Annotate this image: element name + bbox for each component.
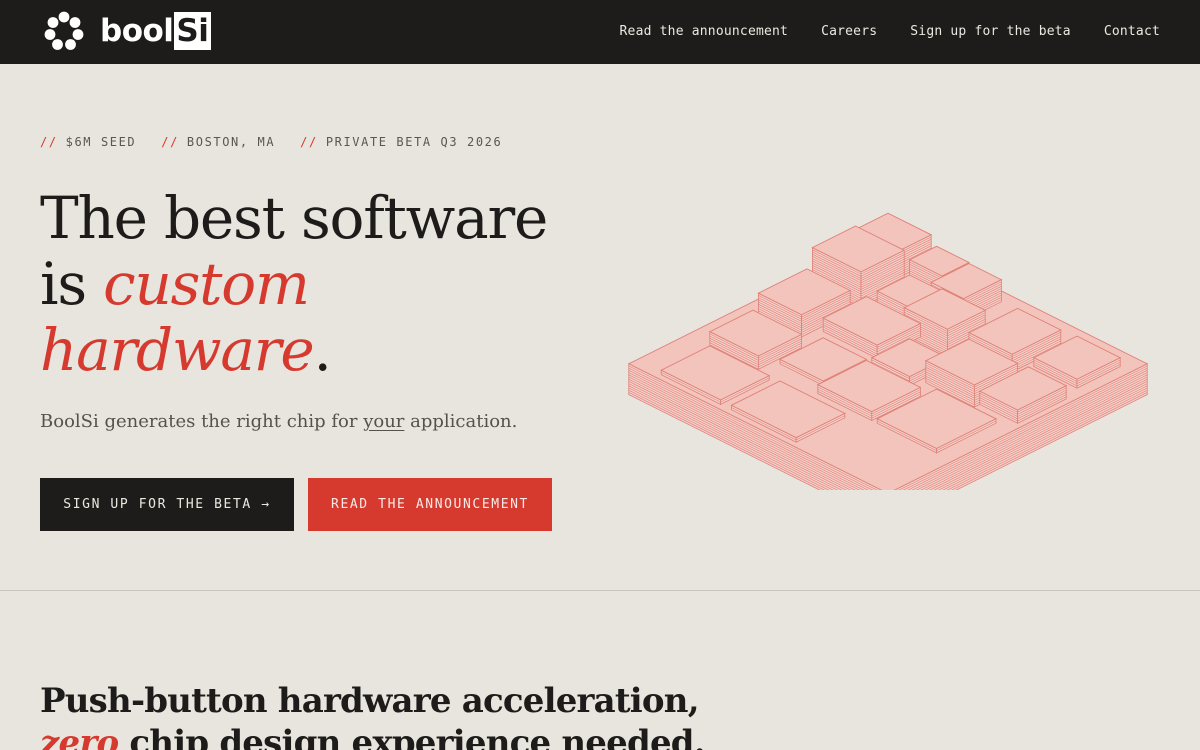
headline-line1: The best software <box>40 184 548 252</box>
brand-name-part2: Si <box>174 12 212 50</box>
nav-link-beta-signup[interactable]: Sign up for the beta <box>910 24 1071 39</box>
headline-accent-custom: custom <box>103 250 310 318</box>
tag-location: // BOSTON, MA <box>161 135 275 149</box>
section-heading-line1: Push-button hardware acceleration, <box>40 681 700 721</box>
brand-name-part1: bool <box>100 13 174 49</box>
brand-wordmark: bool Si <box>100 12 212 50</box>
hero-lede: BoolSi generates the right chip for your… <box>40 411 517 432</box>
headline-line2: is <box>40 250 104 318</box>
lede-text-end: application. <box>404 411 518 432</box>
nav-link-careers[interactable]: Careers <box>821 24 877 39</box>
signup-beta-button[interactable]: SIGN UP FOR THE BETA → <box>40 478 294 531</box>
tag-slash: // <box>161 135 179 149</box>
isometric-chip-illustration <box>627 212 1149 490</box>
tag-slash: // <box>40 135 58 149</box>
nav-link-announcement[interactable]: Read the announcement <box>620 24 789 39</box>
headline-accent-hardware: hardware <box>40 316 315 384</box>
hero-headline: The best software is custom hardware. <box>40 185 600 383</box>
chip-ring-logo-icon <box>44 11 84 50</box>
tag-funding: // $6M SEED <box>40 135 136 149</box>
tag-beta-date: // PRIVATE BETA Q3 2026 <box>300 135 502 149</box>
brand-logo[interactable]: bool Si <box>44 11 212 51</box>
section-divider <box>0 590 1200 591</box>
headline-period: . <box>313 316 331 384</box>
lede-text: BoolSi generates the right chip for <box>40 411 364 432</box>
tag-text: BOSTON, MA <box>186 135 276 149</box>
lede-underlined-word: your <box>363 411 405 432</box>
nav-links: Read the announcement Careers Sign up fo… <box>587 0 1160 62</box>
top-navigation: bool Si Read the announcement Careers Sig… <box>0 0 1200 64</box>
tag-text: $6M SEED <box>65 135 137 149</box>
section-heading-accent: zero <box>40 723 119 750</box>
hero-tags: // $6M SEED // BOSTON, MA // PRIVATE BETA Q… <box>40 135 527 149</box>
nav-link-contact[interactable]: Contact <box>1104 24 1160 39</box>
read-announcement-button[interactable]: READ THE ANNOUNCEMENT <box>308 478 552 531</box>
section-heading: Push-button hardware acceleration, zero … <box>40 680 740 750</box>
tag-text: PRIVATE BETA Q3 2026 <box>325 135 503 149</box>
tag-slash: // <box>300 135 318 149</box>
section-heading-line2: chip design experience needed. <box>118 723 705 750</box>
